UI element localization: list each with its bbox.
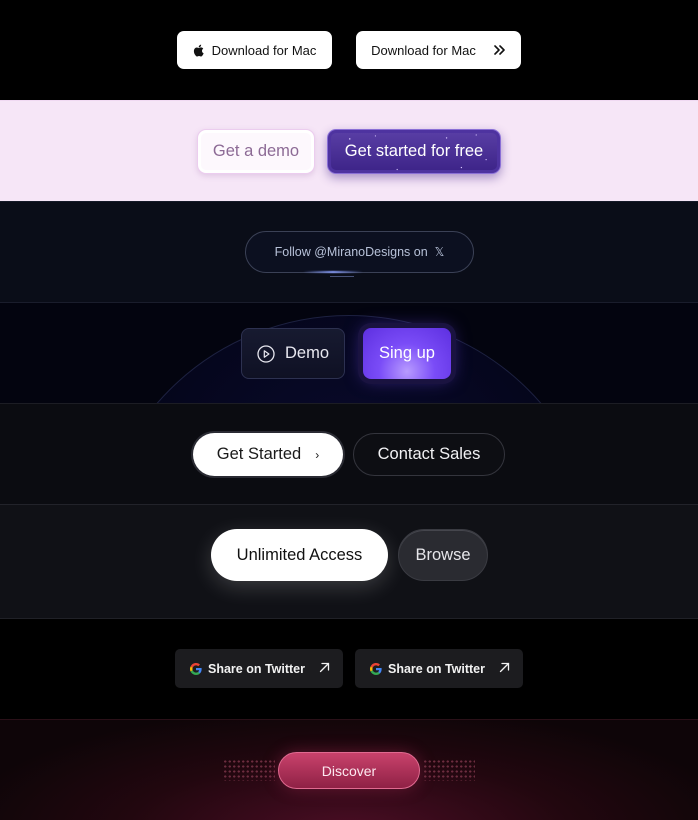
google-icon bbox=[190, 662, 202, 675]
row-share-twitter: Share on Twitter Share on Twitter bbox=[0, 618, 698, 719]
browse-button[interactable]: Browse bbox=[398, 529, 488, 581]
get-started-free-label: Get started for free bbox=[344, 142, 484, 160]
dot-pattern-left bbox=[223, 759, 275, 781]
row-download-mac: Download for Mac Download for Mac bbox=[0, 0, 698, 100]
contact-sales-button[interactable]: Contact Sales bbox=[353, 433, 505, 476]
download-mac-button[interactable]: Download for Mac bbox=[177, 31, 332, 69]
x-logo-icon: 𝕏 bbox=[434, 245, 445, 259]
share-twitter-label-alt: Share on Twitter bbox=[388, 661, 486, 676]
discover-button[interactable]: Discover bbox=[278, 752, 420, 789]
row-follow: Follow @MiranoDesigns on 𝕏 bbox=[0, 201, 698, 302]
download-mac-alt-label: Download for Mac bbox=[371, 42, 476, 58]
get-started-button[interactable]: Get Started › bbox=[193, 433, 343, 476]
follow-label: Follow @MiranoDesigns on bbox=[274, 245, 428, 259]
row-demo-pastel: Get a demo Get started for free bbox=[0, 100, 698, 201]
get-demo-button[interactable]: Get a demo bbox=[197, 129, 315, 174]
download-mac-alt-button[interactable]: Download for Mac bbox=[356, 31, 521, 69]
google-icon bbox=[370, 662, 382, 675]
discover-label: Discover bbox=[321, 762, 377, 779]
demo-button[interactable]: Demo bbox=[241, 328, 345, 379]
follow-button[interactable]: Follow @MiranoDesigns on 𝕏 bbox=[245, 231, 474, 273]
row-demo-signup: Demo Sing up bbox=[0, 302, 698, 403]
apple-icon bbox=[193, 44, 204, 57]
background-arc bbox=[95, 315, 603, 403]
dot-pattern-right bbox=[423, 759, 475, 781]
unlimited-access-label: Unlimited Access bbox=[236, 545, 363, 564]
play-circle-icon bbox=[257, 344, 275, 363]
row-discover: Discover bbox=[0, 719, 698, 820]
row-get-started: Get Started › Contact Sales bbox=[0, 403, 698, 504]
glow-underline-secondary bbox=[330, 276, 354, 277]
row-unlimited: Unlimited Access Browse bbox=[0, 504, 698, 618]
share-twitter-button-alt[interactable]: Share on Twitter bbox=[355, 649, 523, 688]
browse-label: Browse bbox=[415, 545, 471, 564]
contact-sales-label: Contact Sales bbox=[377, 445, 481, 463]
get-started-label: Get Started bbox=[216, 445, 302, 463]
chevron-right-icon: › bbox=[315, 447, 320, 462]
demo-label: Demo bbox=[284, 344, 329, 362]
unlimited-access-button[interactable]: Unlimited Access bbox=[211, 529, 388, 581]
get-started-free-button[interactable]: Get started for free bbox=[327, 129, 501, 174]
get-demo-label: Get a demo bbox=[212, 142, 300, 160]
glow-underline bbox=[303, 271, 363, 273]
download-mac-label: Download for Mac bbox=[211, 42, 317, 58]
share-twitter-label: Share on Twitter bbox=[208, 661, 306, 676]
signup-label: Sing up bbox=[379, 344, 435, 362]
double-chevron-right-icon bbox=[494, 45, 505, 55]
signup-button[interactable]: Sing up bbox=[363, 328, 451, 379]
share-twitter-button[interactable]: Share on Twitter bbox=[175, 649, 343, 688]
arrow-up-right-icon bbox=[319, 662, 330, 673]
arrow-up-right-icon bbox=[499, 662, 510, 673]
